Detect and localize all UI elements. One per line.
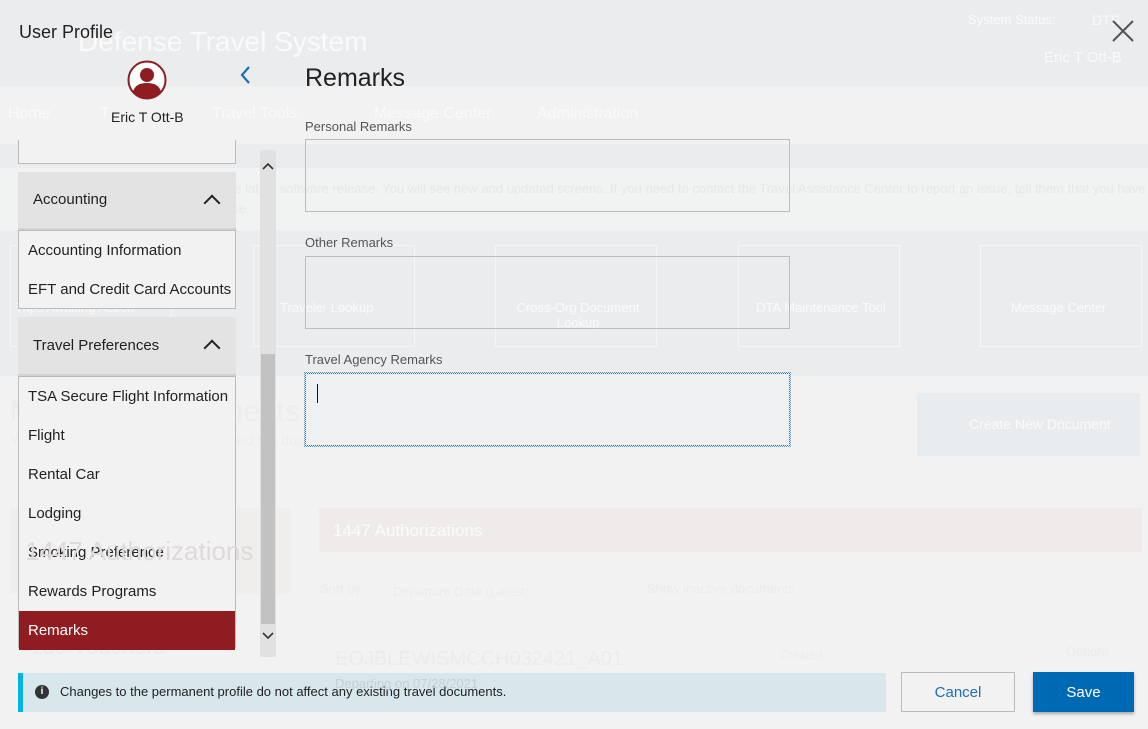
travel-preferences-menu: TSA Secure Flight Information Flight Ren… — [18, 376, 236, 650]
modal-title: User Profile — [19, 22, 114, 42]
bg-show-inactive: Show inactive documents — [647, 581, 795, 596]
chevron-up-icon — [203, 194, 221, 212]
scrollbar-thumb[interactable] — [261, 354, 275, 624]
menu-item-accounting-information[interactable]: Accounting Information — [19, 231, 235, 270]
text-cursor — [317, 384, 318, 403]
menu-item-rental-car[interactable]: Rental Car — [19, 455, 235, 494]
travel-agency-remarks-label: Travel Agency Remarks — [305, 352, 443, 367]
menu-item-lodging[interactable]: Lodging — [19, 494, 235, 533]
bg-create-button: Create New Document — [917, 393, 1140, 456]
bg-system-status: System Status: — [968, 12, 1056, 27]
menu-item-flight[interactable]: Flight — [19, 416, 235, 455]
bg-sort-by: Sort by — [320, 581, 362, 596]
avatar — [127, 60, 167, 100]
bg-sort-value: Departure Date (Latest) — [393, 584, 530, 599]
menu-item-remarks-selected[interactable]: Remarks — [19, 611, 235, 650]
cancel-button[interactable]: Cancel — [901, 672, 1015, 712]
bg-app-title: Defense Travel System — [78, 26, 368, 57]
bg-doc-name: EOJBLEWISMCCH032421_A01 — [335, 648, 623, 670]
scroll-down-icon[interactable] — [260, 628, 276, 644]
accounting-menu: Accounting Information EFT and Credit Ca… — [18, 230, 236, 309]
collapse-sidebar-chevron-left-icon[interactable] — [238, 64, 254, 86]
user-name: Eric T Ott-B — [111, 109, 184, 125]
bg-nav-admin: Administration — [537, 105, 639, 122]
other-remarks-label: Other Remarks — [305, 235, 394, 250]
personal-remarks-label: Personal Remarks — [305, 119, 412, 134]
menu-item-smoking[interactable]: Smoking Preference — [19, 533, 235, 572]
scroll-up-icon[interactable] — [260, 158, 276, 174]
bg-nav-t: T — [100, 105, 110, 122]
info-notice-text: Changes to the permanent profile do not … — [60, 684, 507, 699]
bg-tile: Message Center — [980, 245, 1142, 347]
section-travel-preferences[interactable]: Travel Preferences — [18, 317, 236, 376]
info-icon: i — [35, 685, 49, 699]
bg-user: Eric T Ott-B — [1044, 49, 1122, 66]
section-accounting[interactable]: Accounting — [18, 172, 236, 230]
menu-item-tsa[interactable]: TSA Secure Flight Information — [19, 377, 235, 416]
bg-doc-status: Created — [780, 648, 823, 662]
bg-nav-home: Home — [8, 105, 51, 122]
menu-item-partial — [18, 140, 236, 164]
travel-agency-remarks-textarea[interactable] — [304, 372, 791, 447]
sidebar-scrollbar[interactable] — [260, 150, 276, 657]
bg-nav-tools: Travel Tools — [212, 105, 298, 122]
bg-auth-header: 1447 Authorizations — [319, 508, 1142, 552]
info-notice: i Changes to the permanent profile do no… — [18, 673, 886, 712]
bg-options: Options — [1066, 644, 1111, 659]
page-title: Remarks — [305, 64, 406, 92]
close-icon[interactable] — [1110, 18, 1136, 44]
save-button[interactable]: Save — [1033, 672, 1134, 712]
menu-item-eft-credit-card[interactable]: EFT and Credit Card Accounts — [19, 270, 235, 309]
personal-remarks-textarea[interactable] — [305, 139, 790, 212]
menu-item-rewards[interactable]: Rewards Programs — [19, 572, 235, 611]
section-accounting-label: Accounting — [33, 191, 108, 208]
other-remarks-textarea[interactable] — [305, 256, 790, 329]
chevron-up-icon — [203, 339, 221, 357]
section-travel-preferences-label: Travel Preferences — [33, 337, 160, 354]
